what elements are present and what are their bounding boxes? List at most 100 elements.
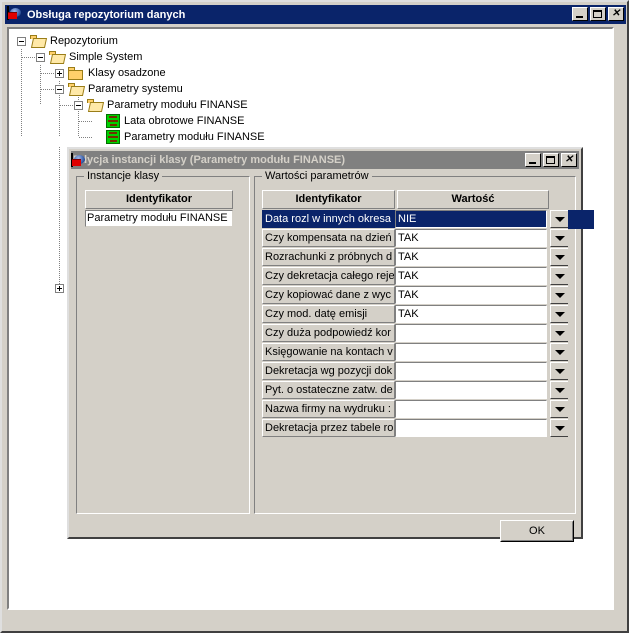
tree-connector [79, 121, 92, 122]
parameter-row[interactable]: Czy dekretacja całego reje TAK [262, 267, 568, 286]
chevron-down-icon[interactable] [550, 343, 568, 361]
parameter-value-cell[interactable]: TAK [395, 229, 547, 247]
instances-column-header[interactable]: Identyfikator [85, 190, 233, 209]
parameter-name-cell[interactable]: Księgowanie na kontach v [262, 343, 395, 361]
parameter-value-cell[interactable] [395, 400, 547, 418]
minimize-button[interactable] [572, 7, 588, 21]
parameter-row[interactable]: Nazwa firmy na wydruku : [262, 400, 568, 419]
parameter-value-cell[interactable] [395, 381, 547, 399]
dialog-maximize-button[interactable] [543, 153, 559, 167]
edit-class-instance-dialog: Edycja instancji klasy (Parametry modułu… [67, 147, 594, 542]
parameter-name-cell[interactable]: Pyt. o ostateczne zatw. de [262, 381, 395, 399]
parameter-value-cell[interactable] [395, 343, 547, 361]
chevron-down-icon[interactable] [550, 362, 568, 380]
parameter-name-cell[interactable]: Dekretacja przez tabele ro [262, 419, 395, 437]
tree-node[interactable]: Simple System [36, 49, 142, 65]
dialog-minimize-button[interactable] [525, 153, 541, 167]
parameter-name-cell[interactable]: Rozrachunki z próbnych d [262, 248, 395, 266]
dialog-title: Edycja instancji klasy (Parametry modułu… [73, 154, 346, 166]
parameter-name-cell[interactable]: Czy kopiować dane z wyc [262, 286, 395, 304]
close-button[interactable]: ✕ [608, 7, 624, 21]
maximize-button[interactable] [590, 7, 606, 21]
main-window-titlebar[interactable]: Obsługa repozytorium danych ✕ [5, 5, 626, 24]
tree-node[interactable]: Parametry systemu [55, 81, 183, 97]
parameter-name-cell[interactable]: Nazwa firmy na wydruku : [262, 400, 395, 418]
parameter-name-cell[interactable]: Data rozl w innych okresa [262, 210, 395, 228]
parameter-name-cell[interactable]: Czy dekretacja całego reje [262, 267, 395, 285]
parameter-value-cell[interactable]: TAK [395, 305, 547, 323]
chevron-down-icon[interactable] [550, 400, 568, 418]
row-selection-highlight [568, 210, 594, 229]
tree-node[interactable]: Repozytorium [17, 33, 118, 49]
tree-connector [21, 49, 22, 137]
tree-node[interactable]: Lata obrotowe FINANSE [93, 113, 244, 129]
parameter-row[interactable]: Czy kompensata na dzień TAK [262, 229, 568, 248]
ok-button-label: OK [529, 525, 545, 537]
chevron-down-icon[interactable] [550, 419, 568, 437]
chevron-down-icon[interactable] [550, 248, 568, 266]
parameter-name-cell[interactable]: Czy mod. datę emisji [262, 305, 395, 323]
dialog-close-button[interactable]: ✕ [561, 153, 577, 167]
parameter-row[interactable]: Pyt. o ostateczne zatw. de [262, 381, 568, 400]
parameter-row[interactable]: Dekretacja przez tabele ro [262, 419, 568, 438]
dialog-titlebar[interactable]: Edycja instancji klasy (Parametry modułu… [71, 151, 579, 169]
ok-button[interactable]: OK [500, 520, 574, 542]
parameter-value-cell[interactable] [395, 324, 547, 342]
tree-node-label: Parametry modułu FINANSE [124, 131, 265, 143]
parameter-value-cell[interactable]: TAK [395, 286, 547, 304]
tree-connector [22, 57, 35, 58]
tree-node[interactable]: Klasy osadzone [55, 65, 166, 81]
parameter-row[interactable]: Czy kopiować dane z wyc TAK [262, 286, 568, 305]
class-leaf-icon [106, 114, 120, 128]
expand-icon[interactable] [55, 68, 64, 78]
tree-node-label: Lata obrotowe FINANSE [124, 115, 245, 127]
chevron-down-icon[interactable] [550, 286, 568, 304]
tree-node-label: Parametry systemu [88, 83, 183, 95]
tree-connector [41, 89, 54, 90]
parameter-row[interactable]: Księgowanie na kontach v [262, 343, 568, 362]
main-window: Obsługa repozytorium danych ✕ Repozytori… [0, 0, 629, 633]
tree-node-label: Simple System [69, 51, 143, 63]
parameter-name-cell[interactable]: Czy duża podpowiedź kor [262, 324, 395, 342]
tree-node[interactable]: Parametry modułu FINANSE [74, 97, 248, 113]
chevron-down-icon[interactable] [550, 267, 568, 285]
parameter-value-cell[interactable] [395, 419, 547, 437]
parameter-value-cell[interactable] [395, 362, 547, 380]
parameter-row[interactable]: Dekretacja wg pozycji dok [262, 362, 568, 381]
chevron-down-icon[interactable] [550, 210, 568, 228]
chevron-down-icon[interactable] [550, 324, 568, 342]
parameter-value-cell[interactable]: TAK [395, 248, 547, 266]
instance-list-item[interactable]: Parametry modułu FINANSE [85, 210, 233, 227]
instances-groupbox: Instancje klasy Identyfikator Parametry … [76, 170, 250, 514]
instances-groupbox-legend: Instancje klasy [84, 170, 163, 182]
collapse-icon[interactable] [55, 84, 64, 94]
parameter-grid[interactable]: Data rozl w innych okresa NIE Czy kompensa… [262, 210, 568, 506]
collapse-icon[interactable] [74, 100, 83, 110]
chevron-down-icon[interactable] [550, 381, 568, 399]
tree-connector [79, 137, 92, 138]
chevron-down-icon[interactable] [550, 229, 568, 247]
parameter-name-cell[interactable]: Dekretacja wg pozycji dok [262, 362, 395, 380]
parameter-row[interactable]: Czy duża podpowiedź kor [262, 324, 568, 343]
expand-icon[interactable] [55, 284, 64, 293]
folder-open-icon [68, 82, 86, 96]
chevron-down-icon[interactable] [550, 305, 568, 323]
tree-node[interactable]: Parametry modułu FINANSE [93, 129, 265, 145]
parameter-value-cell[interactable]: NIE [395, 210, 547, 228]
parameter-values-groupbox: Wartości parametrów Identyfikator Wartoś… [254, 170, 594, 514]
collapse-icon[interactable] [17, 36, 26, 46]
parameter-row[interactable]: Data rozl w innych okresa NIE [262, 210, 568, 229]
parameter-name-cell[interactable]: Czy kompensata na dzień [262, 229, 395, 247]
folder-closed-icon [68, 66, 84, 80]
parameter-row[interactable]: Czy mod. datę emisji TAK [262, 305, 568, 324]
column-header-identifier[interactable]: Identyfikator [262, 190, 395, 209]
tree-connector [59, 147, 60, 285]
parameter-value-cell[interactable]: TAK [395, 267, 547, 285]
tree-node-label: Parametry modułu FINANSE [107, 99, 248, 111]
collapse-icon[interactable] [36, 52, 45, 62]
parameter-row[interactable]: Rozrachunki z próbnych d TAK [262, 248, 568, 267]
class-leaf-icon [106, 130, 120, 144]
app-globe-icon [7, 5, 23, 23]
column-header-value[interactable]: Wartość [397, 190, 549, 209]
